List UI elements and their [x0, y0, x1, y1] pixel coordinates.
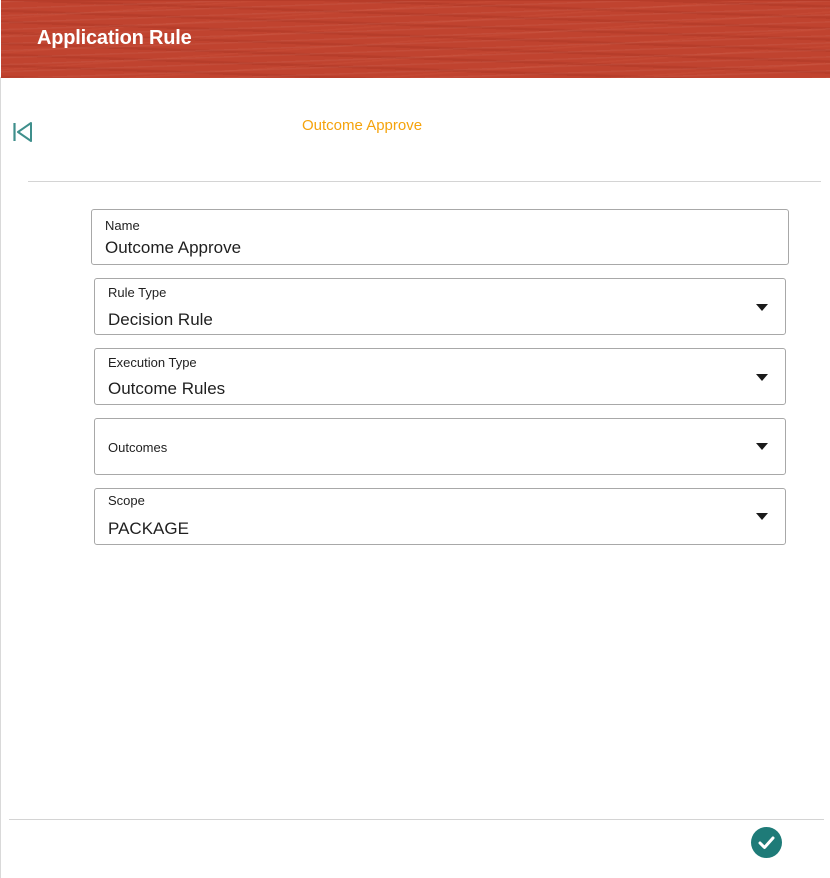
back-to-first-button[interactable] [11, 120, 35, 144]
rule-type-value: Decision Rule [108, 310, 213, 329]
page-title: Application Rule [37, 27, 192, 49]
rule-subtitle: Outcome Approve [302, 117, 423, 134]
footer-divider [9, 819, 824, 820]
scope-select[interactable]: Scope PACKAGE [94, 488, 786, 545]
chevron-down-icon [756, 443, 768, 450]
app-header: Application Rule [1, 0, 830, 78]
outcomes-select[interactable]: Outcomes [94, 418, 786, 475]
chevron-down-icon [756, 374, 768, 381]
skip-to-first-icon [13, 122, 32, 142]
chevron-down-icon [756, 513, 768, 520]
execution-type-label: Execution Type [108, 355, 197, 370]
scope-value: PACKAGE [108, 519, 189, 538]
name-field[interactable]: Name Outcome Approve [91, 209, 789, 265]
outcomes-label: Outcomes [108, 440, 168, 455]
confirm-button[interactable] [751, 827, 782, 858]
name-label: Name [105, 218, 140, 233]
check-circle-icon [758, 836, 775, 849]
rule-type-select[interactable]: Rule Type Decision Rule [94, 278, 786, 335]
divider [28, 181, 821, 182]
name-value: Outcome Approve [105, 238, 242, 257]
execution-type-select[interactable]: Execution Type Outcome Rules [94, 348, 786, 405]
rule-type-label: Rule Type [108, 285, 167, 300]
chevron-down-icon [756, 304, 768, 311]
scope-label: Scope [108, 493, 145, 508]
execution-type-value: Outcome Rules [108, 379, 226, 398]
left-border [0, 77, 1, 878]
